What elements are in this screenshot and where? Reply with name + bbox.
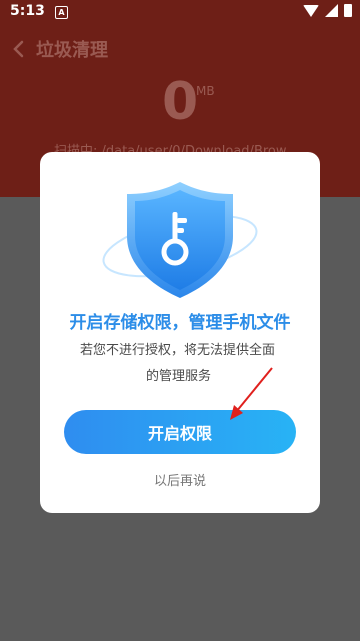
app-header: 垃圾清理 <box>12 36 108 62</box>
shield-key-icon <box>95 174 265 304</box>
dialog-description-line2: 的管理服务 <box>146 369 212 384</box>
page-title: 垃圾清理 <box>36 40 108 61</box>
enable-permission-button[interactable]: 开启权限 <box>64 410 296 454</box>
battery-icon <box>344 4 352 17</box>
permission-dialog: 开启存储权限，管理手机文件 若您不进行授权，将无法提供全面 的管理服务 开启权限… <box>40 152 320 513</box>
signal-icon <box>325 4 338 17</box>
junk-size-unit: MB <box>196 84 215 98</box>
dialog-title: 开启存储权限，管理手机文件 <box>69 313 291 333</box>
junk-size-display: 0 MB <box>162 76 215 128</box>
status-time: 5:13 <box>10 3 45 19</box>
status-bar: 5:13 A <box>0 0 360 24</box>
wifi-icon <box>303 4 319 17</box>
notification-a-icon: A <box>55 6 68 19</box>
later-link[interactable]: 以后再说 <box>40 470 320 489</box>
dialog-description-line1: 若您不进行授权，将无法提供全面 <box>80 343 276 358</box>
dialog-description: 若您不进行授权，将无法提供全面 的管理服务 <box>68 338 300 390</box>
status-icons <box>303 4 352 17</box>
chevron-left-icon[interactable] <box>12 40 24 58</box>
junk-size-value: 0 <box>162 72 199 132</box>
